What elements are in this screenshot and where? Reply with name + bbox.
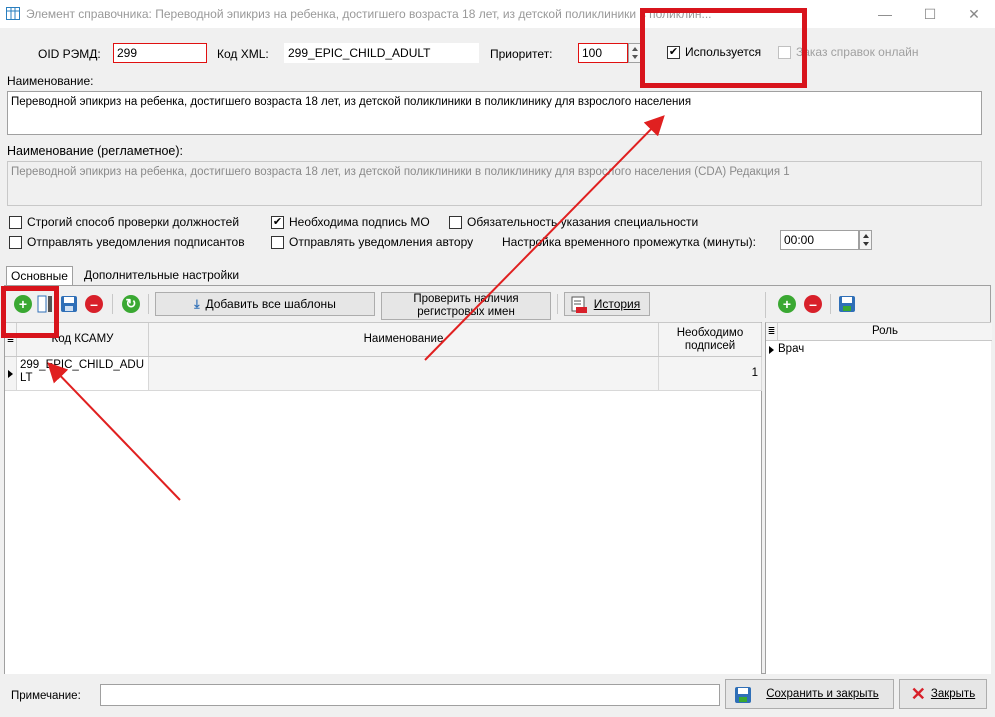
cell-role[interactable]: Врач bbox=[778, 343, 804, 355]
tab-content-panel: + – ↻ ⤓ Добавить все шаблоны Проверить н… bbox=[4, 285, 992, 674]
toolbar-separator bbox=[148, 294, 149, 314]
checkbox-box bbox=[9, 235, 22, 249]
spinner-down-icon[interactable] bbox=[863, 242, 869, 246]
mo-sign-label: Необходима подпись МО bbox=[289, 215, 430, 229]
cell-code[interactable]: 299_EPIC_CHILD_ADULT bbox=[17, 357, 149, 391]
checkmark-icon: ✔ bbox=[271, 215, 284, 229]
table-row[interactable]: Врач bbox=[766, 341, 992, 359]
checkbox-box bbox=[271, 235, 284, 249]
oid-label: OID РЭМД: bbox=[38, 47, 101, 61]
save-icon[interactable] bbox=[60, 295, 78, 313]
table-row[interactable]: 299_EPIC_CHILD_ADULT 1 bbox=[5, 357, 762, 391]
refresh-icon[interactable]: ↻ bbox=[122, 295, 140, 313]
add-all-templates-label: Добавить все шаблоны bbox=[205, 297, 336, 311]
row-indicator bbox=[5, 357, 17, 391]
spinner-up-icon[interactable] bbox=[632, 47, 638, 51]
highlight-box-add bbox=[1, 286, 59, 338]
main-grid: ≣ Код КСАМУ Наименование Необходимо подп… bbox=[5, 322, 762, 674]
row-pointer-icon bbox=[8, 370, 13, 378]
close-window-button[interactable]: ✕ bbox=[952, 4, 995, 26]
check-reg-names-button[interactable]: Проверить наличия регистровых имен bbox=[381, 292, 551, 320]
column-header-name[interactable]: Наименование bbox=[149, 323, 659, 356]
minimize-button[interactable]: — bbox=[863, 4, 907, 26]
cell-signatures[interactable]: 1 bbox=[659, 357, 762, 391]
main-grid-header: ≣ Код КСАМУ Наименование Необходимо подп… bbox=[5, 323, 762, 357]
close-label: Закрыть bbox=[930, 688, 976, 700]
column-header-signatures[interactable]: Необходимо подписей bbox=[659, 323, 762, 356]
strict-check-label: Строгий способ проверки должностей bbox=[27, 215, 240, 229]
log-icon bbox=[571, 296, 587, 314]
history-button[interactable]: История bbox=[564, 292, 650, 316]
save-icon bbox=[734, 686, 752, 704]
specialty-checkbox[interactable]: Обязательность указания специальности bbox=[449, 215, 698, 229]
check-reg-names-label: Проверить наличия регистровых имен bbox=[413, 293, 519, 318]
column-header-role[interactable]: Роль bbox=[778, 323, 992, 340]
notify-signers-label: Отправлять уведомления подписантов bbox=[27, 235, 245, 249]
mo-sign-checkbox[interactable]: ✔ Необходима подпись МО bbox=[271, 215, 430, 229]
remove-icon[interactable]: – bbox=[85, 295, 103, 313]
oid-input[interactable]: 299 bbox=[113, 43, 207, 63]
title-bar: Элемент справочника: Переводной эпикриз … bbox=[0, 0, 995, 28]
role-grid-header: ≣ Роль bbox=[766, 323, 992, 341]
notify-signers-checkbox[interactable]: Отправлять уведомления подписантов bbox=[9, 235, 245, 249]
time-spinner[interactable] bbox=[859, 230, 872, 250]
toolbar-separator bbox=[557, 294, 558, 314]
save-and-close-label: Сохранить и закрыть bbox=[766, 688, 879, 700]
name-label: Наименование: bbox=[7, 74, 94, 88]
reg-name-textarea: Переводной эпикриз на ребенка, достигшег… bbox=[7, 161, 982, 206]
priority-input[interactable]: 100 bbox=[578, 43, 628, 63]
name-textarea[interactable]: Переводной эпикриз на ребенка, достигшег… bbox=[7, 91, 982, 135]
time-setting-input[interactable]: 00:00 bbox=[780, 230, 859, 250]
row-pointer-icon bbox=[769, 346, 774, 354]
toolbar-separator bbox=[830, 294, 831, 314]
strict-check-checkbox[interactable]: Строгий способ проверки должностей bbox=[9, 215, 239, 229]
cell-name[interactable] bbox=[149, 357, 659, 391]
role-grid: ≣ Роль Врач bbox=[765, 322, 992, 674]
xml-code-label: Код XML: bbox=[217, 47, 269, 61]
tab-main[interactable]: Основные bbox=[6, 266, 73, 286]
priority-label: Приоритет: bbox=[490, 47, 553, 61]
table-icon bbox=[6, 7, 20, 20]
close-button[interactable]: ✕ Закрыть bbox=[899, 679, 987, 709]
toolbar-separator bbox=[765, 292, 766, 318]
spinner-down-icon[interactable] bbox=[632, 55, 638, 59]
highlight-box-used bbox=[640, 8, 807, 88]
maximize-button[interactable]: ☐ bbox=[908, 4, 952, 26]
save-role-icon[interactable] bbox=[838, 295, 856, 313]
download-icon: ⤓ bbox=[194, 296, 200, 311]
notify-author-checkbox[interactable]: Отправлять уведомления автору bbox=[271, 235, 473, 249]
close-x-icon: ✕ bbox=[910, 683, 926, 704]
order-online-label: Заказ справок онлайн bbox=[796, 45, 919, 59]
note-label: Примечание: bbox=[11, 690, 81, 702]
dialog-body: OID РЭМД: 299 Код XML: 299_EPIC_CHILD_AD… bbox=[0, 28, 995, 717]
specialty-label: Обязательность указания специальности bbox=[467, 215, 699, 229]
note-input[interactable] bbox=[100, 684, 720, 706]
toolbar-separator bbox=[112, 294, 113, 314]
xml-code-input[interactable]: 299_EPIC_CHILD_ADULT bbox=[284, 43, 479, 63]
add-role-icon[interactable]: + bbox=[778, 295, 796, 313]
checkbox-box bbox=[9, 215, 22, 229]
history-label: История bbox=[593, 297, 641, 311]
add-all-templates-button[interactable]: ⤓ Добавить все шаблоны bbox=[155, 292, 375, 316]
tab-additional-settings[interactable]: Дополнительные настройки bbox=[80, 266, 243, 286]
dialog-window: Элемент справочника: Переводной эпикриз … bbox=[0, 0, 995, 717]
remove-role-icon[interactable]: – bbox=[804, 295, 822, 313]
save-and-close-button[interactable]: Сохранить и закрыть bbox=[725, 679, 894, 709]
notify-author-label: Отправлять уведомления автору bbox=[289, 235, 474, 249]
spinner-up-icon[interactable] bbox=[863, 234, 869, 238]
time-setting-label: Настройка временного промежутка (минуты)… bbox=[502, 235, 756, 249]
column-chooser-icon[interactable]: ≣ bbox=[766, 323, 778, 340]
reg-name-label: Наименование (регламетное): bbox=[7, 144, 184, 158]
checkbox-box bbox=[449, 215, 462, 229]
